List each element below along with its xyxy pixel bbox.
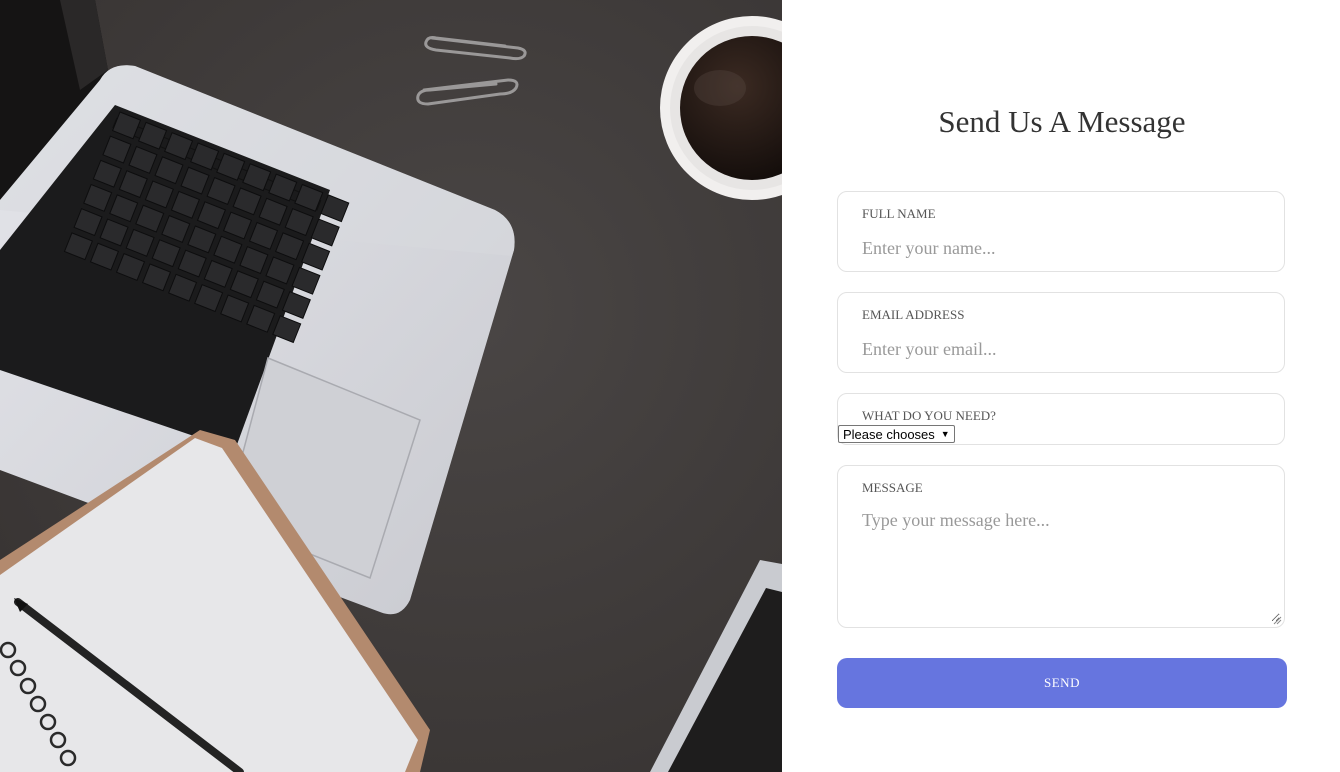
need-select-value: Please chooses <box>843 426 935 442</box>
full-name-label: FULL NAME <box>862 206 936 221</box>
need-select[interactable]: Please chooses ▼ <box>838 425 955 443</box>
need-field: WHAT DO YOU NEED? Please chooses ▼ <box>837 393 1285 445</box>
desk-photo-icon <box>0 0 782 772</box>
need-label: WHAT DO YOU NEED? <box>862 408 996 423</box>
chevron-down-icon: ▼ <box>940 429 950 439</box>
message-field[interactable]: MESSAGE <box>837 465 1285 628</box>
message-textarea[interactable] <box>862 510 1280 622</box>
email-label: EMAIL ADDRESS <box>862 307 965 322</box>
contact-form-panel: Send Us A Message FULL NAME EMAIL ADDRES… <box>782 0 1340 772</box>
send-button[interactable]: SEND <box>837 658 1287 708</box>
message-label: MESSAGE <box>862 480 923 495</box>
page: Send Us A Message FULL NAME EMAIL ADDRES… <box>0 0 1340 772</box>
form-title: Send Us A Message <box>938 104 1186 139</box>
hero-image <box>0 0 782 772</box>
email-field[interactable]: EMAIL ADDRESS <box>837 292 1285 373</box>
full-name-input[interactable] <box>862 236 1262 260</box>
full-name-field[interactable]: FULL NAME <box>837 191 1285 272</box>
resize-grip-icon[interactable] <box>1273 616 1282 625</box>
email-input[interactable] <box>862 337 1262 361</box>
